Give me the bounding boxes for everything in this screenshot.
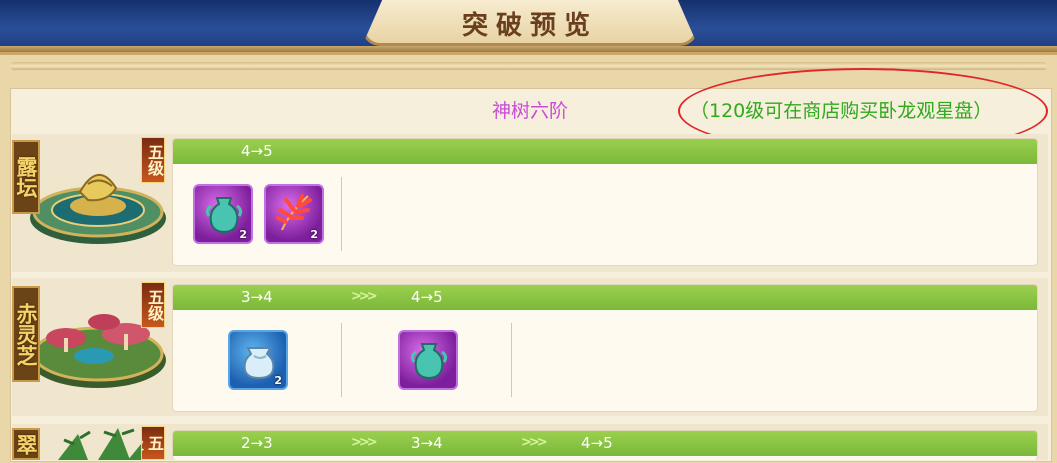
material-item-slot[interactable]: 2 xyxy=(193,184,253,244)
stage-label: 4→5 xyxy=(411,288,443,306)
stage-card-chilingzhi: 3→4 >>> 4→5 2 xyxy=(172,284,1038,412)
stage-header-bar: 2→3 >>> 3→4 >>> 4→5 xyxy=(173,431,1037,456)
turquoise-vase-icon xyxy=(410,343,448,380)
row-name-chilingzhi: 赤灵芝 xyxy=(12,286,40,382)
stage-header-bar: 4→5 xyxy=(173,139,1037,164)
stage-label: 3→4 xyxy=(411,434,443,452)
tree-stage-label: 神树六阶 xyxy=(491,100,568,122)
material-item-slot[interactable]: 2 xyxy=(264,184,324,244)
level-badge-lutan: 五级 xyxy=(141,137,165,183)
item-count: 2 xyxy=(274,374,282,387)
level-badge-chilingzhi: 五级 xyxy=(141,282,165,328)
level-badge-cui: 五级 xyxy=(141,426,165,460)
row-name-cui: 翠 xyxy=(12,428,40,460)
stage-divider xyxy=(341,177,342,251)
stage-card-cui: 2→3 >>> 3→4 >>> 4→5 xyxy=(172,430,1038,460)
row-name-lutan: 露坛 xyxy=(12,140,40,214)
stage-label: 4→5 xyxy=(241,142,273,160)
next-stage-arrow-icon: >>> xyxy=(351,435,378,450)
stage-divider xyxy=(341,323,342,397)
item-count: 2 xyxy=(310,228,318,241)
stage-divider xyxy=(511,323,512,397)
stage-label: 4→5 xyxy=(581,434,613,452)
material-item-slot[interactable] xyxy=(398,330,458,390)
stage-header-bar: 3→4 >>> 4→5 xyxy=(173,285,1037,310)
stage-label: 3→4 xyxy=(241,288,273,306)
item-count: 2 xyxy=(239,228,247,241)
material-item-slot[interactable]: 2 xyxy=(228,330,288,390)
stage-label: 2→3 xyxy=(241,434,273,452)
stage-card-lutan: 4→5 2 2 xyxy=(172,138,1038,266)
next-stage-arrow-icon: >>> xyxy=(351,289,378,304)
page-title: 突破预览 xyxy=(461,11,598,41)
next-stage-arrow-icon: >>> xyxy=(521,435,548,450)
